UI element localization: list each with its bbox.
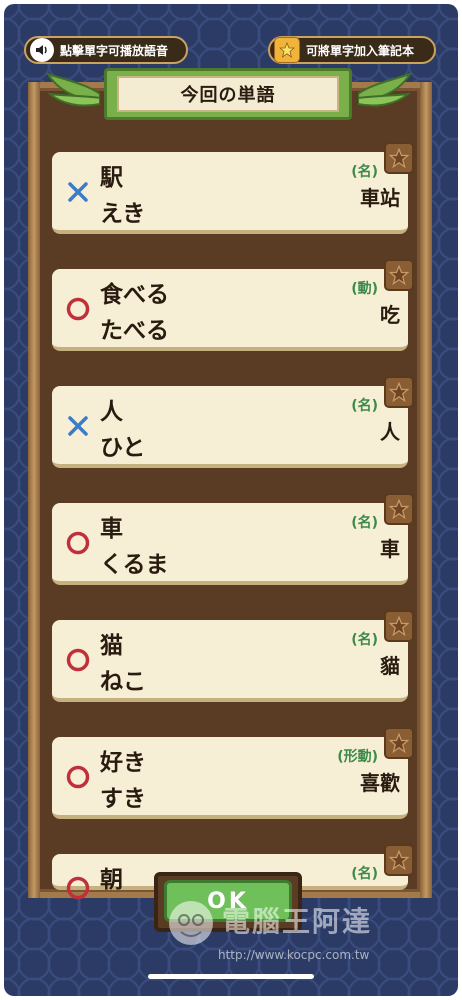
word-kana[interactable]: たべる	[100, 311, 169, 345]
word-kana[interactable]: くるま	[100, 545, 169, 579]
star-icon	[274, 37, 300, 63]
word-kana[interactable]: ねこ	[100, 662, 146, 696]
word-meaning: 人	[380, 420, 400, 444]
word-kana[interactable]: すき	[100, 779, 146, 813]
board-rail-right	[420, 82, 432, 898]
add-to-notebook-button[interactable]	[384, 727, 414, 759]
part-of-speech: (動)	[351, 281, 378, 297]
watermark-text: 電腦王阿達	[222, 905, 373, 938]
part-of-speech: (名)	[351, 398, 378, 414]
word-meaning: 車	[380, 537, 400, 561]
word-kana[interactable]: えき	[100, 194, 145, 228]
word-card[interactable]: 車くるま (名) 車	[52, 503, 408, 585]
audio-hint-label: 點擊單字可播放語音	[60, 43, 169, 58]
add-to-notebook-button[interactable]	[384, 844, 414, 876]
word-kanji[interactable]: 猫	[100, 626, 123, 660]
add-to-notebook-button[interactable]	[384, 493, 414, 525]
word-kanji[interactable]: 駅	[100, 158, 123, 192]
wrong-mark-icon	[64, 178, 92, 206]
word-card[interactable]: 好き すき (形動) 喜歡	[52, 737, 408, 819]
star-outline-icon	[389, 616, 409, 636]
leaf-right-icon	[358, 72, 412, 107]
correct-mark-icon	[64, 646, 92, 674]
star-outline-icon	[389, 499, 409, 519]
correct-mark-icon	[64, 874, 92, 902]
word-meaning: 車站	[360, 186, 400, 210]
star-outline-icon	[389, 850, 409, 870]
watermark-url: http://www.kocpc.com.tw	[218, 948, 370, 962]
wrong-mark-icon	[64, 412, 92, 440]
add-to-notebook-button[interactable]	[384, 376, 414, 408]
board-rail-left	[28, 82, 40, 898]
word-card[interactable]: 猫ねこ (名) 貓	[52, 620, 408, 702]
correct-mark-icon	[64, 529, 92, 557]
part-of-speech: (名)	[351, 866, 378, 882]
part-of-speech: (名)	[351, 164, 378, 180]
home-indicator[interactable]	[148, 974, 314, 979]
word-kanji[interactable]: 食べる	[100, 275, 169, 309]
audio-hint-button[interactable]: 點擊單字可播放語音	[24, 36, 188, 64]
add-to-notebook-button[interactable]	[384, 142, 414, 174]
title-banner: 今回の単語	[104, 68, 352, 120]
notebook-hint-button[interactable]: 可將單字加入筆記本	[268, 36, 436, 64]
add-to-notebook-button[interactable]	[384, 610, 414, 642]
word-kanji[interactable]: 好き	[100, 743, 146, 777]
word-meaning: 吃	[380, 303, 400, 327]
part-of-speech: (名)	[351, 632, 378, 648]
word-kanji[interactable]: 人	[100, 392, 123, 426]
correct-mark-icon	[64, 763, 92, 791]
word-card[interactable]: 人ひと (名) 人	[52, 386, 408, 468]
add-to-notebook-button[interactable]	[384, 259, 414, 291]
correct-mark-icon	[64, 295, 92, 323]
word-card[interactable]: 食べる たべる (動) 吃	[52, 269, 408, 351]
leaf-left-icon	[46, 72, 100, 107]
star-outline-icon	[389, 382, 409, 402]
star-outline-icon	[389, 265, 409, 285]
page-title: 今回の単語	[117, 76, 339, 112]
part-of-speech: (形動)	[337, 749, 378, 765]
word-meaning: 貓	[380, 654, 400, 678]
word-card[interactable]: 駅えき (名) 車站	[52, 152, 408, 234]
word-meaning: 喜歡	[360, 771, 400, 795]
word-kana[interactable]: ひと	[100, 428, 145, 462]
speaker-icon	[30, 38, 54, 62]
star-outline-icon	[389, 148, 409, 168]
word-kanji[interactable]: 朝	[100, 860, 123, 894]
part-of-speech: (名)	[351, 515, 378, 531]
notebook-hint-label: 可將單字加入筆記本	[306, 43, 415, 58]
watermark-logo-icon	[169, 901, 213, 945]
star-outline-icon	[389, 733, 409, 753]
word-kanji[interactable]: 車	[100, 509, 123, 543]
